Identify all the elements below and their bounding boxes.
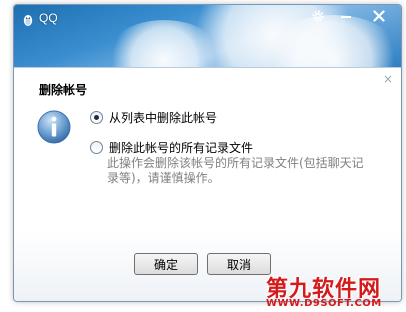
option-description: 此操作会删除该帐号的所有记录文件(包括聊天记录等)，请谨慎操作。 <box>107 156 364 185</box>
radio-button[interactable] <box>90 141 103 154</box>
option-label: 删除此帐号的所有记录文件 <box>109 141 254 155</box>
minimize-icon <box>341 16 351 18</box>
title-bar[interactable]: QQ <box>14 5 401 67</box>
gear-icon <box>312 10 324 22</box>
qq-dialog-window: QQ × 删除帐号 从列表中删除此帐号 删除此帐号的所有记录文件 此操作会删除该… <box>13 4 402 302</box>
dialog-heading: 删除帐号 <box>39 83 88 97</box>
radio-button-checked[interactable] <box>90 111 103 124</box>
settings-button[interactable] <box>304 5 332 27</box>
close-icon <box>373 10 385 22</box>
panel-close-icon[interactable]: × <box>383 72 393 86</box>
option-delete-records[interactable]: 删除此帐号的所有记录文件 <box>90 139 253 156</box>
ok-button[interactable]: 确定 <box>134 253 198 275</box>
minimize-button[interactable] <box>332 5 360 27</box>
close-button[interactable] <box>360 5 398 27</box>
watermark-url: WWW.D9SOFT.COM <box>266 298 382 309</box>
option-remove-from-list[interactable]: 从列表中删除此帐号 <box>90 109 217 126</box>
cancel-button[interactable]: 取消 <box>207 253 271 275</box>
qq-penguin-icon <box>21 12 35 26</box>
dialog-panel: × 删除帐号 从列表中删除此帐号 删除此帐号的所有记录文件 此操作会删除该帐号的… <box>14 67 401 301</box>
window-title: QQ <box>39 11 58 25</box>
option-label: 从列表中删除此帐号 <box>109 111 218 125</box>
info-icon <box>36 109 72 145</box>
